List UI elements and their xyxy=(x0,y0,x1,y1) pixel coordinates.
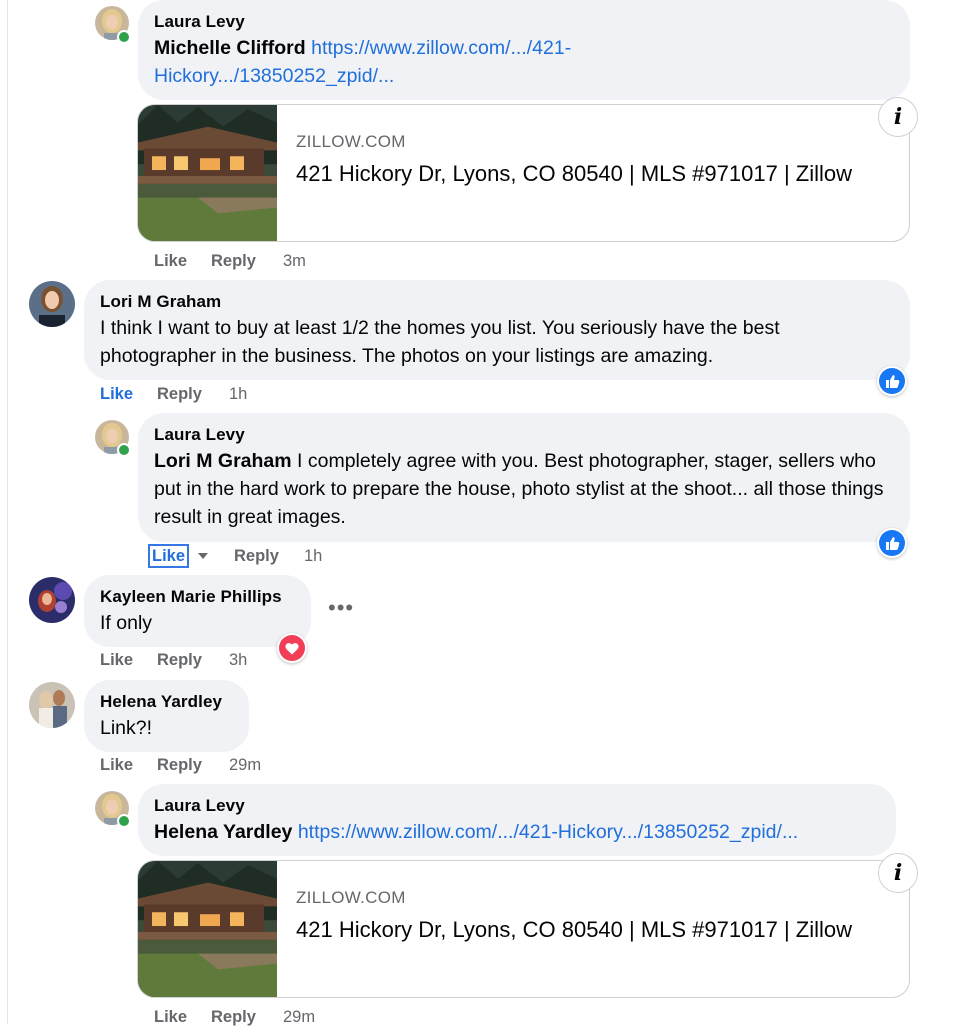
avatar-helena-yardley[interactable] xyxy=(29,682,75,728)
link-preview-card[interactable]: ZILLOW.COM 421 Hickory Dr, Lyons, CO 805… xyxy=(137,860,910,998)
comment-author[interactable]: Laura Levy xyxy=(154,12,245,32)
mention-link[interactable]: Michelle Clifford xyxy=(154,37,306,59)
url-link[interactable]: https://www.zillow.com/.../421- xyxy=(311,37,571,59)
reply-button[interactable]: Reply xyxy=(211,252,256,271)
comment-timestamp[interactable]: 1h xyxy=(229,385,247,404)
comment-text: Helena Yardley https://www.zillow.com/..… xyxy=(154,818,884,846)
comment-timestamp[interactable]: 29m xyxy=(283,1008,315,1027)
comment-bubble: Helena Yardley Link?! xyxy=(84,680,249,752)
like-button[interactable]: Like xyxy=(154,1008,187,1027)
like-button[interactable]: Like xyxy=(100,651,133,670)
comment-text: Lori M Graham I completely agree with yo… xyxy=(154,447,894,531)
comment-text: Link?! xyxy=(100,717,153,739)
preview-title[interactable]: 421 Hickory Dr, Lyons, CO 80540 | MLS #9… xyxy=(296,160,856,188)
comment-bubble: Laura Levy Helena Yardley https://www.zi… xyxy=(138,784,896,856)
url-link[interactable]: https://www.zillow.com/.../421-Hickory..… xyxy=(298,821,798,843)
like-reaction-icon[interactable] xyxy=(877,366,907,396)
reply-button[interactable]: Reply xyxy=(234,547,279,566)
reply-button[interactable]: Reply xyxy=(157,651,202,670)
info-icon[interactable]: i xyxy=(878,853,918,893)
comment-text: I think I want to buy at least 1/2 the h… xyxy=(100,317,780,367)
avatar-kayleen-marie-phillips[interactable] xyxy=(29,577,75,623)
house-photo xyxy=(138,105,277,241)
chevron-down-icon[interactable] xyxy=(198,553,208,559)
comment-author[interactable]: Laura Levy xyxy=(154,425,245,445)
comment-text: If only xyxy=(100,612,153,634)
like-button[interactable]: Like xyxy=(100,385,133,404)
online-status-icon xyxy=(117,443,131,457)
like-button[interactable]: Like xyxy=(100,756,133,775)
comment-author[interactable]: Helena Yardley xyxy=(100,692,222,712)
comment-bubble: Laura Levy Lori M Graham I completely ag… xyxy=(138,413,910,542)
love-reaction-icon[interactable] xyxy=(277,633,307,663)
preview-domain: ZILLOW.COM xyxy=(296,132,406,151)
comment-bubble: Laura Levy Michelle Clifford https://www… xyxy=(138,0,910,100)
comment-bubble: Lori M Graham I think I want to buy at l… xyxy=(84,280,910,380)
like-button[interactable]: Like xyxy=(148,544,190,568)
house-photo xyxy=(138,861,277,997)
comment-bubble: Kayleen Marie Phillips If only xyxy=(84,575,311,647)
comment-timestamp[interactable]: 1h xyxy=(304,547,322,566)
like-reaction-icon[interactable] xyxy=(877,528,907,558)
reply-button[interactable]: Reply xyxy=(211,1008,256,1027)
info-icon[interactable]: i xyxy=(878,97,918,137)
avatar-lori-m-graham[interactable] xyxy=(29,281,75,327)
online-status-icon xyxy=(117,814,131,828)
online-status-icon xyxy=(117,30,131,44)
thread-divider xyxy=(7,0,8,1024)
comment-author[interactable]: Laura Levy xyxy=(154,796,245,816)
like-button[interactable]: Like xyxy=(154,252,187,271)
comment-author[interactable]: Lori M Graham xyxy=(100,292,221,312)
preview-title[interactable]: 421 Hickory Dr, Lyons, CO 80540 | MLS #9… xyxy=(296,916,856,944)
comment-timestamp[interactable]: 3h xyxy=(229,651,247,670)
comment-text: Michelle Clifford https://www.zillow.com… xyxy=(154,34,894,90)
comment-timestamp[interactable]: 3m xyxy=(283,252,306,271)
mention-link[interactable]: Helena Yardley xyxy=(154,821,292,843)
reply-button[interactable]: Reply xyxy=(157,385,202,404)
comment-author[interactable]: Kayleen Marie Phillips xyxy=(100,587,282,607)
mention-link[interactable]: Lori M Graham xyxy=(154,450,292,472)
link-preview-card[interactable]: ZILLOW.COM 421 Hickory Dr, Lyons, CO 805… xyxy=(137,104,910,242)
preview-domain: ZILLOW.COM xyxy=(296,888,406,907)
reply-button[interactable]: Reply xyxy=(157,756,202,775)
more-options-icon[interactable]: ••• xyxy=(328,597,354,619)
url-link-continued[interactable]: Hickory.../13850252_zpid/... xyxy=(154,65,394,87)
comment-timestamp[interactable]: 29m xyxy=(229,756,261,775)
